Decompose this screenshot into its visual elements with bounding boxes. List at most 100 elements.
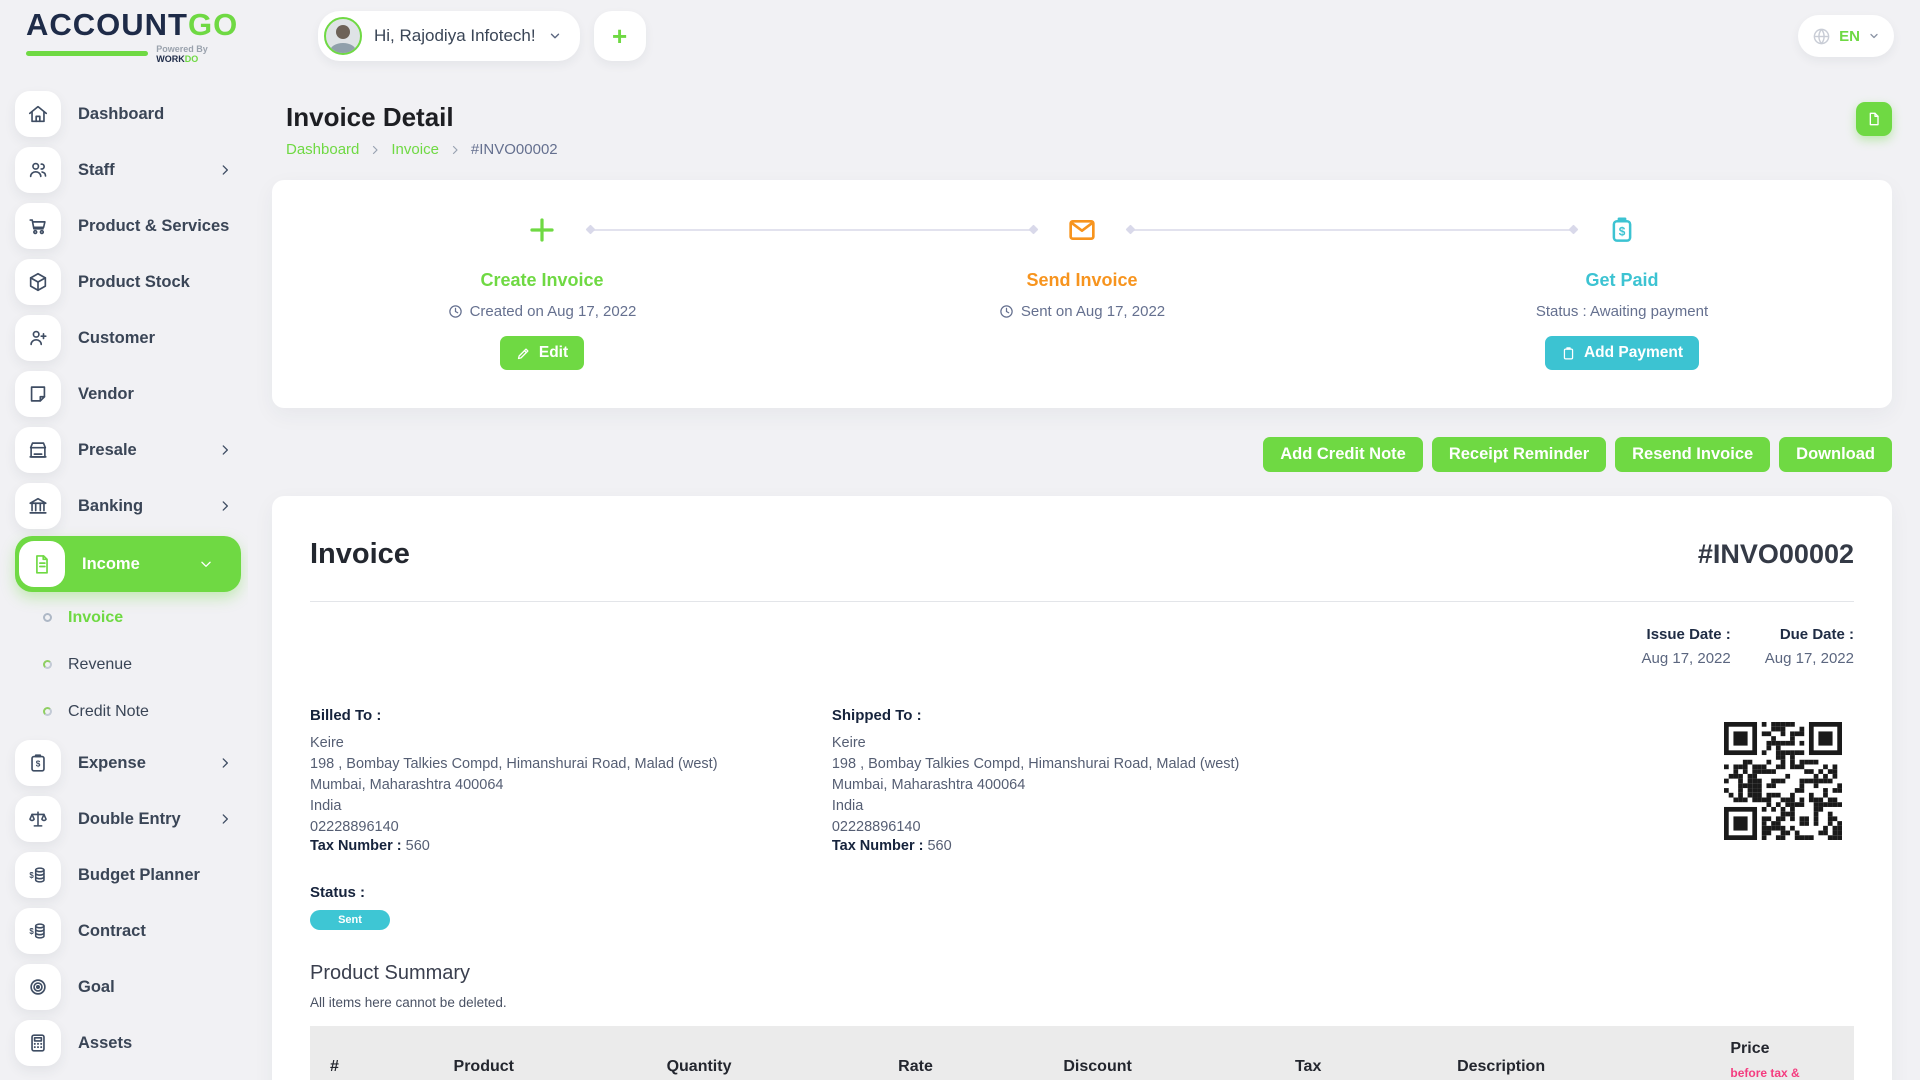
sidebar-item-customer[interactable]: Customer bbox=[15, 310, 248, 366]
store-icon bbox=[15, 427, 61, 473]
shipped-to-block: Shipped To : Keire 198 , Bombay Talkies … bbox=[832, 707, 1354, 854]
sidebar-item-product-services[interactable]: Product & Services bbox=[15, 198, 248, 254]
shipped-to-tax: Tax Number : 560 bbox=[832, 838, 1354, 854]
user-greeting: Hi, Rajodiya Infotech! bbox=[374, 26, 536, 46]
sidebar-item-label: Contract bbox=[78, 922, 146, 941]
invoice-addresses: Billed To : Keire 198 , Bombay Talkies C… bbox=[310, 707, 1854, 854]
svg-text:$: $ bbox=[29, 871, 34, 880]
home-icon bbox=[15, 91, 61, 137]
breadcrumb-invoice-link[interactable]: Invoice bbox=[391, 141, 439, 158]
product-summary-table: # Product Quantity Rate Discount Tax Des… bbox=[310, 1026, 1854, 1080]
sidebar-item-vendor[interactable]: Vendor bbox=[15, 366, 248, 422]
invoice-doc-icon bbox=[19, 541, 65, 587]
sidebar-item-goal[interactable]: Goal bbox=[15, 959, 248, 1015]
billed-to-tax: Tax Number : 560 bbox=[310, 838, 832, 854]
shipped-to-label: Shipped To : bbox=[832, 707, 1354, 724]
page-title: Invoice Detail bbox=[286, 102, 558, 133]
sidebar-item-presale[interactable]: Presale bbox=[15, 422, 248, 478]
add-credit-note-button[interactable]: Add Credit Note bbox=[1263, 437, 1423, 472]
sidebar-subitem-label: Credit Note bbox=[68, 703, 149, 721]
user-menu[interactable]: Hi, Rajodiya Infotech! bbox=[318, 11, 580, 61]
sidebar-item-staff[interactable]: Staff bbox=[15, 142, 248, 198]
language-label: EN bbox=[1839, 28, 1860, 45]
export-document-button[interactable] bbox=[1856, 102, 1892, 136]
download-button[interactable]: Download bbox=[1779, 437, 1892, 472]
col-header-quantity: Quantity bbox=[647, 1026, 879, 1080]
quick-add-button[interactable]: + bbox=[594, 11, 646, 61]
clipboard-dollar-icon: $ bbox=[15, 740, 61, 786]
receipt-reminder-button[interactable]: Receipt Reminder bbox=[1432, 437, 1606, 472]
logo-text: ACCOUNTGO bbox=[26, 9, 248, 40]
sidebar-item-label: Budget Planner bbox=[78, 866, 200, 885]
billed-to-address1: 198 , Bombay Talkies Compd, Himanshurai … bbox=[310, 754, 832, 775]
timeline-step-send: Send Invoice Sent on Aug 17, 2022 bbox=[812, 213, 1352, 408]
chevron-right-icon bbox=[449, 144, 461, 156]
step-subtitle: Created on Aug 17, 2022 bbox=[448, 303, 637, 320]
plus-icon: + bbox=[612, 23, 627, 49]
divider bbox=[310, 601, 1854, 602]
step-subtitle: Sent on Aug 17, 2022 bbox=[999, 303, 1165, 320]
chevron-right-icon bbox=[218, 812, 232, 826]
billed-to-country: India bbox=[310, 796, 832, 817]
add-payment-button[interactable]: Add Payment bbox=[1545, 336, 1699, 370]
breadcrumb-dashboard-link[interactable]: Dashboard bbox=[286, 141, 359, 158]
sidebar-subitem-label: Revenue bbox=[68, 656, 132, 674]
billed-to-phone: 02228896140 bbox=[310, 817, 832, 838]
sidebar-item-label: Vendor bbox=[78, 385, 134, 404]
edit-invoice-button[interactable]: Edit bbox=[500, 336, 584, 370]
calculator-icon bbox=[15, 1020, 61, 1066]
invoice-dates: Issue Date : Aug 17, 2022 Due Date : Aug… bbox=[310, 626, 1854, 667]
coins-dollar-icon: $ bbox=[15, 908, 61, 954]
chevron-right-icon bbox=[218, 443, 232, 457]
document-icon bbox=[1866, 111, 1882, 127]
sidebar-item-label: Presale bbox=[78, 441, 137, 460]
main-content: Invoice Detail Dashboard Invoice #INVO00… bbox=[248, 72, 1920, 1080]
invoice-detail-card: Invoice #INVO00002 Issue Date : Aug 17, … bbox=[272, 496, 1892, 1080]
sidebar-item-expense[interactable]: $ Expense bbox=[15, 735, 248, 791]
sidebar-subitem-credit-note[interactable]: Credit Note bbox=[15, 688, 248, 735]
language-selector[interactable]: EN bbox=[1798, 15, 1894, 57]
shipped-to-name: Keire bbox=[832, 733, 1354, 754]
chevron-right-icon bbox=[218, 756, 232, 770]
clipboard-icon bbox=[1561, 346, 1576, 361]
sidebar-item-budget-planner[interactable]: $ Budget Planner bbox=[15, 847, 248, 903]
chevron-down-icon bbox=[199, 557, 213, 571]
user-plus-icon bbox=[15, 315, 61, 361]
svg-text:$: $ bbox=[1619, 224, 1626, 238]
due-date-block: Due Date : Aug 17, 2022 bbox=[1765, 626, 1854, 667]
cart-icon bbox=[15, 203, 61, 249]
app-window: ACCOUNTGO Powered By WORKDO Hi, Rajodiya… bbox=[0, 0, 1920, 1080]
sidebar-item-label: Income bbox=[82, 555, 140, 574]
timeline-connector bbox=[1130, 229, 1574, 231]
logo-tagline: Powered By WORKDO bbox=[26, 44, 248, 64]
svg-text:$: $ bbox=[29, 927, 34, 936]
issue-date-block: Issue Date : Aug 17, 2022 bbox=[1642, 626, 1731, 667]
sidebar-item-contract[interactable]: $ Contract bbox=[15, 903, 248, 959]
resend-invoice-button[interactable]: Resend Invoice bbox=[1615, 437, 1770, 472]
globe-icon bbox=[1812, 27, 1831, 46]
bullet-icon bbox=[43, 707, 52, 716]
sidebar-subitem-invoice[interactable]: Invoice bbox=[15, 594, 248, 641]
sidebar-subitem-revenue[interactable]: Revenue bbox=[15, 641, 248, 688]
qr-code bbox=[1712, 707, 1854, 854]
sidebar-item-label: Goal bbox=[78, 978, 115, 997]
app-logo[interactable]: ACCOUNTGO Powered By WORKDO bbox=[26, 9, 248, 64]
sidebar-item-income[interactable]: Income bbox=[15, 536, 241, 592]
sidebar-item-double-entry[interactable]: Double Entry bbox=[15, 791, 248, 847]
table-header-row: # Product Quantity Rate Discount Tax Des… bbox=[310, 1026, 1854, 1080]
invoice-timeline-card: Create Invoice Created on Aug 17, 2022 E… bbox=[272, 180, 1892, 408]
step-title: Create Invoice bbox=[480, 270, 603, 291]
sidebar-item-banking[interactable]: Banking bbox=[15, 478, 248, 534]
shipped-to-address2: Mumbai, Maharashtra 400064 bbox=[832, 775, 1354, 796]
col-header-description: Description bbox=[1437, 1026, 1710, 1080]
sidebar-item-product-stock[interactable]: Product Stock bbox=[15, 254, 248, 310]
sidebar-item-dashboard[interactable]: Dashboard bbox=[15, 86, 248, 142]
top-bar: ACCOUNTGO Powered By WORKDO Hi, Rajodiya… bbox=[0, 0, 1920, 72]
page-header: Invoice Detail Dashboard Invoice #INVO00… bbox=[286, 102, 1892, 158]
coins-dollar-icon: $ bbox=[15, 852, 61, 898]
status-badge: Sent bbox=[310, 910, 390, 930]
sidebar-item-assets[interactable]: Assets bbox=[15, 1015, 248, 1071]
scales-icon bbox=[15, 796, 61, 842]
billed-to-address2: Mumbai, Maharashtra 400064 bbox=[310, 775, 832, 796]
timeline-step-get-paid: $ Get Paid Status : Awaiting payment Add… bbox=[1352, 213, 1892, 408]
